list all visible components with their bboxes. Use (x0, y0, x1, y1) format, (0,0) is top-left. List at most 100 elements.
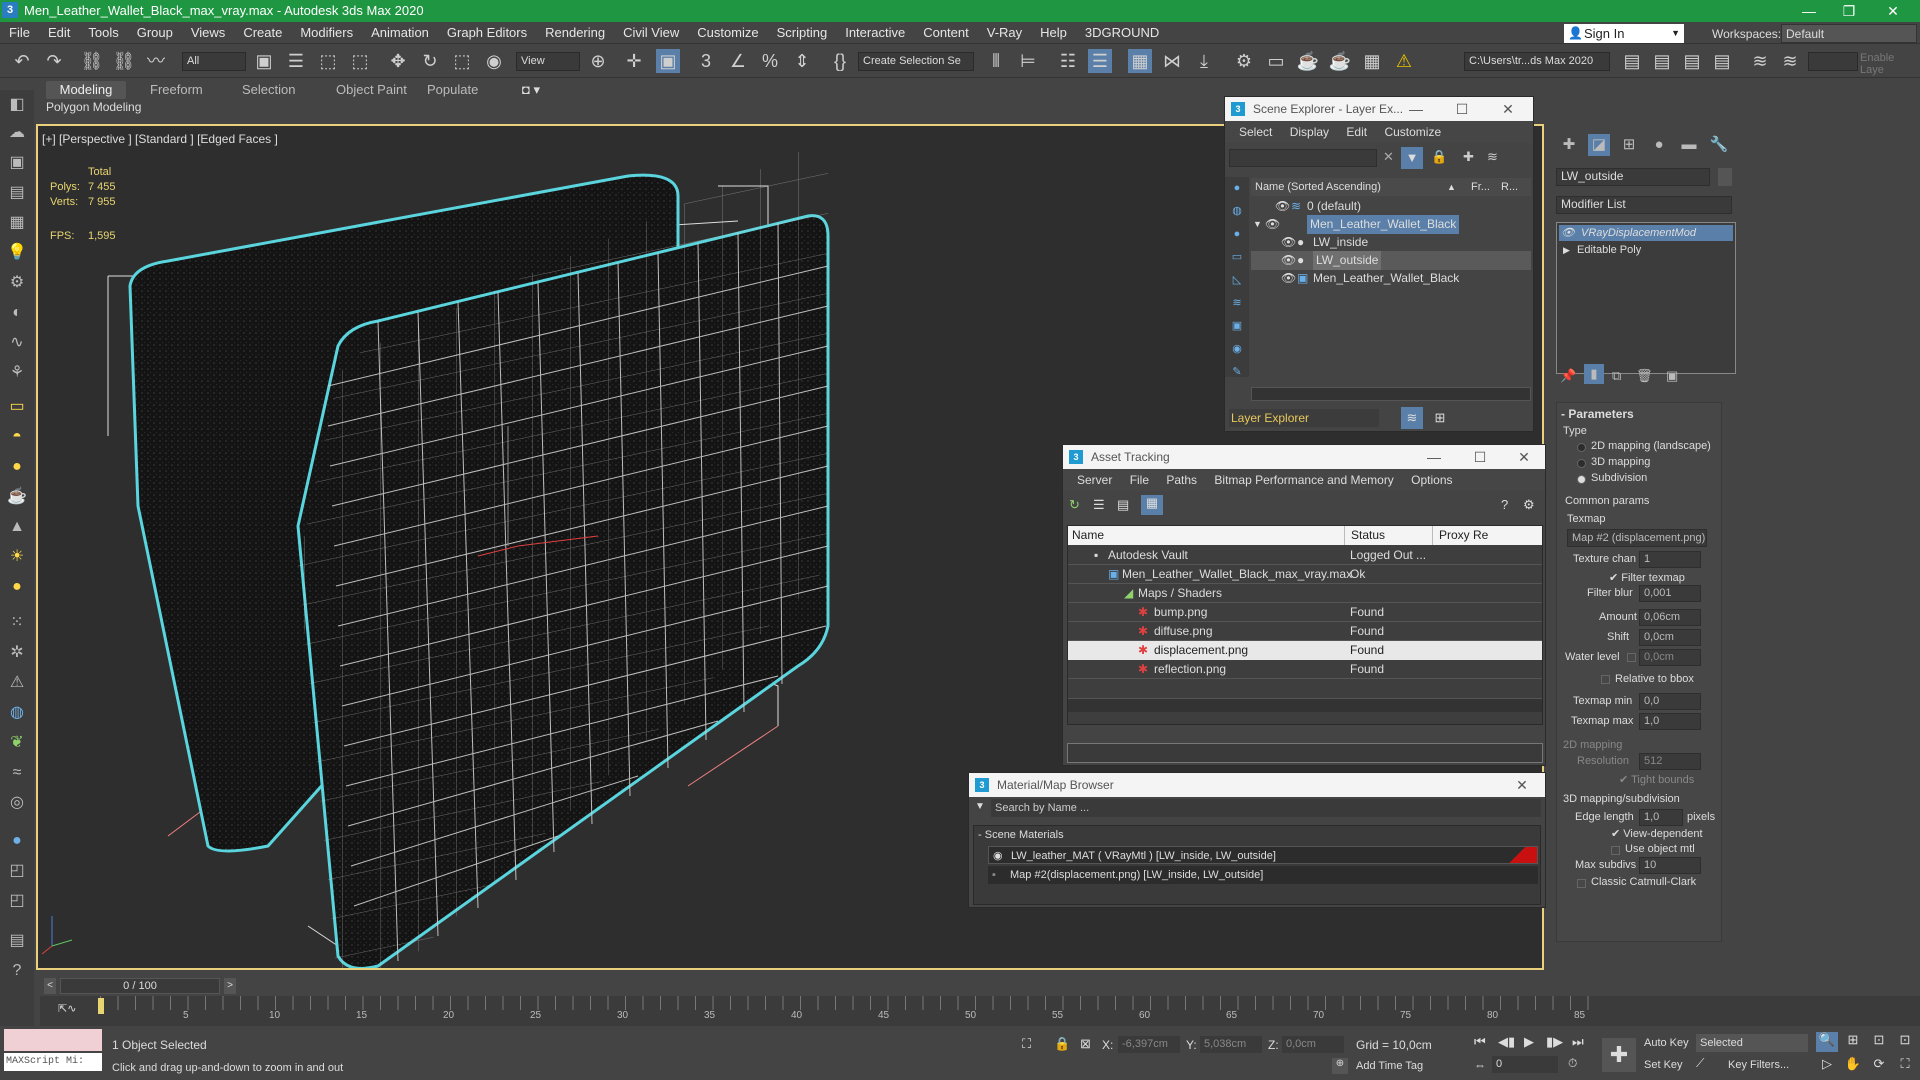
particles-icon[interactable]: ⁙ (5, 612, 29, 634)
list-view-icon[interactable]: ☰ (1093, 497, 1105, 513)
maxscript-mini-listener[interactable]: MAXScript Mi: (4, 1053, 102, 1071)
se-row[interactable]: 👁 ● LW_inside (1251, 233, 1531, 252)
show-end-result-icon[interactable]: ▮ (1584, 364, 1604, 384)
viewport-sphere-icon[interactable]: ● (5, 830, 29, 852)
helper-icon[interactable]: ⚘ (5, 362, 29, 384)
mb-section-header[interactable]: - Scene Materials (978, 826, 1538, 845)
create-icon[interactable]: ◧ (5, 94, 29, 116)
view-dependent-checkbox[interactable]: ✔ View-dependent (1611, 827, 1703, 840)
texmap-max-spinner[interactable]: 1,0 (1639, 713, 1701, 730)
se-lock-icon[interactable]: 🔒 (1431, 149, 1447, 165)
undo-icon[interactable]: ↶ (10, 49, 34, 73)
at-path-field[interactable] (1067, 743, 1543, 763)
se-add-layer-icon[interactable]: ✚ (1463, 149, 1474, 165)
key-filters-button[interactable]: Key Filters... (1728, 1056, 1808, 1074)
menu-scripting[interactable]: Scripting (768, 22, 837, 44)
set-key-big-icon[interactable]: ✚ (1602, 1038, 1636, 1072)
edit-named-selection-icon[interactable]: {} (828, 49, 852, 73)
layer-explorer-select[interactable]: Layer Explorer (1229, 409, 1379, 427)
table-row[interactable]: ✱ reflection.png Found (1068, 660, 1542, 679)
use-object-mtl-checkbox[interactable] (1611, 846, 1620, 855)
zoom-icon[interactable]: 🔍 (1816, 1032, 1838, 1052)
curve-editor-icon[interactable]: ▦ (1128, 49, 1152, 73)
rotate-icon[interactable]: ↻ (418, 49, 442, 73)
named-selection-set-select[interactable]: Create Selection Se (858, 52, 974, 71)
polygon-modeling-panel[interactable]: Polygon Modeling (46, 100, 141, 114)
selection-lock-icon[interactable]: 🔒 (1054, 1036, 1070, 1052)
photo-icon[interactable]: ▣ (5, 152, 29, 174)
create-panel-icon[interactable]: ✚ (1558, 134, 1580, 156)
radio-3d-mapping[interactable] (1577, 459, 1586, 468)
cloud-icon[interactable]: ☁ (5, 122, 29, 144)
texmap-button[interactable]: Map #2 (displacement.png) (1567, 529, 1707, 547)
at-menu-server[interactable]: Server (1077, 473, 1112, 487)
menu-help[interactable]: Help (1031, 22, 1076, 44)
move-icon[interactable]: ✥ (386, 49, 410, 73)
warning-icon[interactable]: ⚠ (1392, 49, 1416, 73)
eye-icon[interactable]: 👁 (1281, 233, 1296, 252)
help-icon[interactable]: ? (5, 960, 29, 982)
set-key-button[interactable]: Set Key (1644, 1056, 1692, 1074)
grid-icon[interactable]: ▦ (5, 212, 29, 234)
configure-modifier-sets-icon[interactable]: ▣ (1666, 368, 1678, 384)
expand-icon[interactable]: ▼ (1253, 215, 1262, 234)
go-to-start-icon[interactable]: ⏮ (1474, 1034, 1486, 1050)
layer-mode-icon[interactable]: ≋ (1401, 407, 1423, 429)
shift-spinner[interactable]: 0,0cm (1639, 629, 1701, 646)
ball-icon[interactable]: ● (5, 576, 29, 598)
select-by-name-icon[interactable]: ☰ (284, 49, 308, 73)
vray-frame-buffer-icon[interactable]: ▦ (1360, 49, 1384, 73)
at-scrollbar[interactable] (1068, 698, 1542, 712)
maximize-viewport-icon[interactable]: ⛶ (1894, 1056, 1916, 1076)
keyboard-shortcut-override-icon[interactable]: ▣ (656, 49, 680, 73)
amount-spinner[interactable]: 0,06cm (1639, 609, 1701, 626)
modify-panel-icon[interactable]: ◪ (1588, 134, 1610, 156)
project-folder-select[interactable]: C:\Users\tr...ds Max 2020 (1464, 52, 1610, 71)
menu-graph-editors[interactable]: Graph Editors (438, 22, 536, 44)
orbit-icon[interactable]: ⟳ (1868, 1056, 1890, 1076)
zoom-extents-all-icon[interactable]: ⊡ (1894, 1032, 1916, 1052)
placement-icon[interactable]: ◉ (482, 49, 506, 73)
hair-icon[interactable]: ≈ (5, 762, 29, 784)
se-close-button[interactable]: ✕ (1485, 97, 1531, 121)
pan-icon[interactable]: ✋ (1842, 1056, 1864, 1076)
project-icon[interactable]: ▤ (1620, 49, 1644, 73)
sun-icon[interactable]: ☀ (5, 546, 29, 568)
at-menu-paths[interactable]: Paths (1166, 473, 1197, 487)
window-crossing-icon[interactable]: ⬚ (348, 49, 372, 73)
cone-icon[interactable]: ▲ (5, 516, 29, 538)
object-color-swatch[interactable] (1718, 168, 1732, 186)
se-minimize-button[interactable]: — (1393, 97, 1439, 121)
menu-edit[interactable]: Edit (39, 22, 79, 44)
schematic-view-icon[interactable]: ⋈ (1160, 49, 1184, 73)
menu-3dground[interactable]: 3DGROUND (1076, 22, 1168, 44)
table-icon[interactable]: ▤ (5, 182, 29, 204)
render-icon[interactable]: ☕ (1296, 49, 1320, 73)
time-tag-icon[interactable]: ⊕ (1332, 1058, 1348, 1074)
layers-icon[interactable]: ≋ (1748, 49, 1772, 73)
hierarchy-mode-icon[interactable]: ⊞ (1429, 407, 1451, 429)
object-name-input[interactable]: LW_outside (1556, 168, 1710, 186)
go-to-end-icon[interactable]: ⏭ (1572, 1034, 1584, 1050)
tab-populate[interactable]: Populate (427, 81, 478, 99)
radio-subdivision[interactable] (1577, 475, 1586, 484)
script-icon[interactable]: ▤ (5, 930, 29, 952)
refresh-icon[interactable]: ↻ (1069, 497, 1080, 513)
zoom-extents-icon[interactable]: ⊡ (1868, 1032, 1890, 1052)
at-menu-file[interactable]: File (1130, 473, 1149, 487)
se-row[interactable]: 👁 ▣ Men_Leather_Wallet_Black (1251, 269, 1531, 288)
at-col-status[interactable]: Status (1344, 526, 1385, 545)
menu-civil-view[interactable]: Civil View (614, 22, 688, 44)
eye-icon[interactable]: 👁 (1561, 225, 1575, 241)
workspaces-select[interactable]: Default (1781, 24, 1917, 43)
se-maximize-button[interactable]: ☐ (1439, 97, 1485, 121)
tab-modeling[interactable]: Modeling (46, 81, 126, 99)
water-level-checkbox[interactable] (1627, 653, 1636, 662)
material-editor-icon[interactable]: ⤓ (1192, 49, 1216, 73)
list-item[interactable]: ▪ Map #2(displacement.png) [LW_inside, L… (988, 866, 1538, 884)
mirror-icon[interactable]: ⫴ (984, 49, 1008, 73)
auto-key-button[interactable]: Auto Key (1644, 1034, 1692, 1052)
tight-bounds-checkbox[interactable]: ✔ Tight bounds (1619, 773, 1694, 786)
zoom-all-icon[interactable]: ⊞ (1842, 1032, 1864, 1052)
se-row[interactable]: 👁 ≋ 0 (default) (1251, 197, 1531, 216)
